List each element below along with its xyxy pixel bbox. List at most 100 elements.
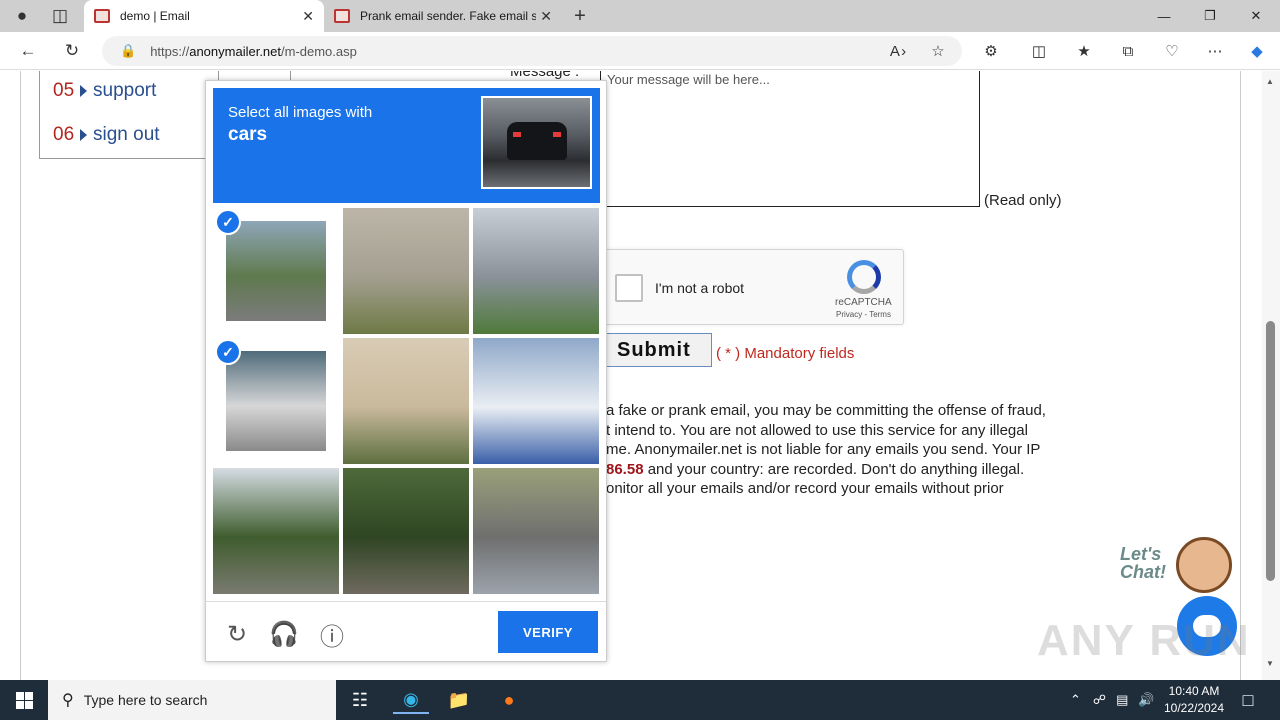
lets-chat-badge[interactable]: Let's Chat! — [1120, 533, 1240, 593]
page-frame-left — [20, 71, 21, 680]
scroll-up-icon[interactable]: ▲ — [1266, 77, 1274, 86]
captcha-header: Select all images with cars — [213, 88, 600, 203]
warning-line-rest: and your country: are recorded. Don't do… — [643, 460, 1025, 478]
clock-date: 10/22/2024 — [1163, 701, 1225, 715]
captcha-tile[interactable] — [343, 338, 469, 464]
page-scrollbar[interactable]: ▲ ▼ — [1262, 71, 1280, 680]
scroll-down-icon[interactable]: ▼ — [1266, 659, 1274, 668]
copilot-icon[interactable]: ◆ — [1243, 37, 1271, 65]
captcha-footer-divider — [206, 601, 606, 602]
sample-taillight — [553, 132, 561, 137]
recaptcha-logo-icon — [847, 260, 881, 294]
url-prefix: https:// — [150, 43, 190, 59]
menu-item-support[interactable]: 05 support — [53, 80, 156, 102]
verify-button[interactable]: VERIFY — [498, 611, 598, 653]
task-view-icon[interactable]: ☷ — [342, 686, 378, 714]
legal-warning: a fake or prank email, you may be commit… — [606, 401, 1076, 499]
collections-icon[interactable]: ⧉ — [1114, 37, 1142, 65]
network-icon[interactable]: ▤ — [1116, 692, 1128, 708]
url-field[interactable]: 🔒 https://anonymailer.net/m-demo.asp — [102, 36, 962, 66]
warning-line: t intend to. You are not allowed to use … — [606, 421, 1028, 439]
web-page: 05 support 06 sign out Message : Your me… — [0, 71, 1262, 680]
recaptcha-brand: reCAPTCHA — [835, 297, 892, 308]
more-menu-icon[interactable]: ⋯ — [1201, 37, 1229, 65]
mandatory-note: ( * ) Mandatory fields — [716, 345, 855, 362]
close-window-button[interactable]: ✕ — [1233, 0, 1279, 32]
device-icon[interactable]: ☍ — [1093, 692, 1106, 708]
notifications-icon[interactable]: □ — [1230, 686, 1266, 714]
headphones-icon[interactable]: 🎧 — [269, 619, 299, 649]
profile-icon[interactable]: ● — [8, 2, 36, 30]
captcha-tile[interactable] — [343, 468, 469, 594]
tab-title: Prank email sender. Fake email se — [360, 9, 536, 23]
watermark: ANY RUN — [1037, 616, 1251, 665]
captcha-tile-image — [343, 208, 469, 334]
ip-address: 86.58 — [606, 460, 644, 478]
split-screen-icon[interactable]: ◫ — [1025, 37, 1053, 65]
captcha-instruction: Select all images with — [228, 104, 373, 121]
recaptcha-label: I'm not a robot — [655, 280, 745, 296]
warning-line: 86.58 and your country: are recorded. Do… — [606, 460, 1076, 480]
recaptcha-checkbox[interactable] — [615, 274, 643, 302]
message-textarea[interactable]: Your message will be here... — [600, 71, 980, 207]
clock-time: 10:40 AM — [1168, 684, 1220, 698]
menu-label: support — [93, 80, 157, 101]
taskbar: ⚲ Type here to search ☷ ◉ 📁 ● ⌃ ☍ ▤ 🔊 10… — [0, 680, 1280, 720]
tab-prank-email[interactable]: Prank email sender. Fake email se ✕ — [324, 0, 562, 32]
menu-number: 06 — [53, 124, 75, 145]
sample-taillight — [513, 132, 521, 137]
restore-button[interactable]: ❐ — [1187, 0, 1233, 32]
tab-demo-email[interactable]: demo | Email ✕ — [84, 0, 324, 32]
captcha-tile[interactable] — [213, 468, 339, 594]
chevron-up-icon[interactable]: ⌃ — [1070, 692, 1081, 708]
tile-selected-check-icon: ✓ — [215, 209, 241, 235]
captcha-tile-image — [226, 221, 326, 321]
start-button[interactable] — [0, 680, 48, 720]
taskbar-search[interactable]: ⚲ Type here to search — [48, 680, 336, 720]
new-tab-button[interactable]: + — [566, 2, 594, 30]
extensions-icon[interactable]: ⚙ — [977, 37, 1005, 65]
volume-icon[interactable]: 🔊 — [1138, 692, 1154, 708]
captcha-tile-image — [473, 338, 599, 464]
address-bar: ← ↻ 🔒 https://anonymailer.net/m-demo.asp… — [0, 32, 1280, 70]
info-icon[interactable]: ⓘ — [317, 619, 347, 651]
side-menu: 05 support 06 sign out — [39, 71, 219, 159]
sample-car — [507, 122, 567, 160]
back-icon[interactable]: ← — [14, 37, 42, 65]
system-tray: ⌃ ☍ ▤ 🔊 — [1070, 680, 1155, 720]
close-tab-icon[interactable]: ✕ — [540, 8, 552, 25]
url-host: anonymailer.net — [189, 43, 281, 59]
search-placeholder: Type here to search — [83, 692, 208, 708]
scroll-thumb[interactable] — [1266, 321, 1275, 581]
submit-button[interactable]: Submit — [604, 333, 712, 367]
favorites-icon[interactable]: ★ — [1070, 37, 1098, 65]
read-aloud-icon[interactable]: A › — [884, 37, 912, 65]
refresh-icon[interactable]: ↻ — [58, 37, 86, 65]
browser-essentials-icon[interactable]: ♡ — [1158, 37, 1186, 65]
recaptcha-terms-link[interactable]: Privacy - Terms — [836, 310, 891, 319]
captcha-tile-image — [343, 338, 469, 464]
system-clock[interactable]: 10:40 AM 10/22/2024 — [1158, 683, 1230, 717]
favorite-star-icon[interactable]: ☆ — [924, 37, 952, 65]
captcha-tile[interactable] — [343, 208, 469, 334]
edge-browser-icon[interactable]: ◉ — [393, 686, 429, 714]
tab-strip: ● ◫ demo | Email ✕ Prank email sender. F… — [0, 0, 1280, 32]
captcha-tile[interactable] — [473, 208, 599, 334]
windows-logo-icon — [15, 691, 33, 709]
captcha-sample-image — [481, 96, 592, 189]
firefox-icon[interactable]: ● — [491, 686, 527, 714]
close-tab-icon[interactable]: ✕ — [302, 8, 314, 25]
minimize-button[interactable]: — — [1141, 0, 1187, 32]
captcha-tile[interactable] — [473, 468, 599, 594]
tab-actions-icon[interactable]: ◫ — [46, 2, 74, 30]
file-explorer-icon[interactable]: 📁 — [441, 686, 477, 714]
menu-item-sign-out[interactable]: 06 sign out — [53, 124, 160, 146]
captcha-tile-image — [343, 468, 469, 594]
reload-icon[interactable]: ↻ — [222, 619, 252, 649]
read-only-note: (Read only) — [984, 192, 1062, 209]
menu-number: 05 — [53, 80, 75, 101]
tile-selected-check-icon: ✓ — [215, 339, 241, 365]
warning-line: onitor all your emails and/or record you… — [606, 480, 1004, 497]
chat-agent-avatar — [1176, 537, 1232, 593]
captcha-tile[interactable] — [473, 338, 599, 464]
